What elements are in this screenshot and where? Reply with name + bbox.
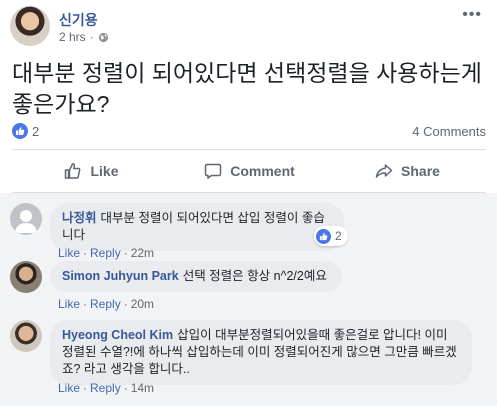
comment-item: 나정휘 대부분 정렬이 되어있다면 삽입 정렬이 좋습니다 2 Like · Repl… xyxy=(10,203,490,263)
post-text-line: 대부분 정렬이 되어있다면 선택정렬을 사용하는게 xyxy=(12,60,482,86)
like-reaction-icon xyxy=(316,228,331,244)
comment-bubble: 나정휘 대부분 정렬이 되어있다면 삽입 정렬이 좋습니다 xyxy=(50,203,344,251)
post-text-line: 좋은가요? xyxy=(12,91,110,117)
share-arrow-icon xyxy=(375,164,393,178)
post-actions: Like Comment Share xyxy=(12,150,486,192)
comment-time[interactable]: 20m xyxy=(131,297,154,311)
comment-reply-link[interactable]: Reply xyxy=(90,381,121,395)
comment-reaction-count: 2 xyxy=(335,229,342,243)
dot-separator: · xyxy=(123,246,128,260)
comments-count[interactable]: 4 Comments xyxy=(412,124,486,139)
dot-separator: · xyxy=(83,246,88,260)
comment-like-link[interactable]: Like xyxy=(58,297,80,311)
comment-text: 삽입이 대부분정렬되어있을때 좋은걸로 압니다! 이미 xyxy=(177,328,448,342)
comment-reaction-summary[interactable]: 2 xyxy=(314,226,348,246)
like-count[interactable]: 2 xyxy=(32,124,39,139)
thumbs-up-icon xyxy=(65,163,81,179)
comment-item: Simon Juhyun Park 선택 정렬은 항상 n^2/2예요 Like ·… xyxy=(10,261,490,317)
author-name[interactable]: 신기용 xyxy=(59,10,98,30)
post-meta: 2 hrs · xyxy=(59,30,109,44)
commenter-name[interactable]: Simon Juhyun Park xyxy=(62,269,179,283)
commenter-avatar[interactable] xyxy=(10,320,42,352)
comment-meta: Like · Reply · 20m xyxy=(58,297,154,311)
post-header: 신기용 2 hrs · ••• xyxy=(10,6,490,46)
default-person-icon xyxy=(15,210,37,233)
dot-separator: · xyxy=(83,297,88,311)
like-button-label: Like xyxy=(90,163,119,179)
comment-item: Hyeong Cheol Kim 삽입이 대부분정렬되어있을때 좋은걸로 압니다!… xyxy=(10,320,490,404)
comment-time[interactable]: 14m xyxy=(131,381,154,395)
comment-icon xyxy=(204,163,222,179)
comment-like-link[interactable]: Like xyxy=(58,246,80,260)
comments-section: 나정휘 대부분 정렬이 되어있다면 삽입 정렬이 좋습니다 2 Like · Repl… xyxy=(0,193,497,406)
globe-icon xyxy=(98,32,108,42)
comment-bubble: Simon Juhyun Park 선택 정렬은 항상 n^2/2예요 xyxy=(50,261,342,292)
comment-like-link[interactable]: Like xyxy=(58,381,80,395)
commenter-name[interactable]: Hyeong Cheol Kim xyxy=(62,328,173,342)
comment-text: 대부분 정렬이 되어있다면 삽입 정렬이 좋습니다 xyxy=(62,211,325,242)
commenter-avatar[interactable] xyxy=(10,203,42,235)
comment-text-line: 정렬된 수열?!에 하나씩 삽입하는데 이미 정렬되어진게 많으면 그만큼 빠르… xyxy=(62,345,457,359)
comment-button-label: Comment xyxy=(230,163,295,179)
author-avatar[interactable] xyxy=(10,6,50,46)
comment-time[interactable]: 22m xyxy=(131,246,154,260)
like-reaction-icon[interactable] xyxy=(12,123,28,139)
more-options-icon[interactable]: ••• xyxy=(462,7,482,23)
dot-separator: · xyxy=(89,30,94,44)
comment-reply-link[interactable]: Reply xyxy=(90,246,121,260)
comment-text-line: 죠? 라고 생각을 합니다.. xyxy=(62,362,190,376)
comment-text: 선택 정렬은 항상 n^2/2예요 xyxy=(182,269,327,283)
dot-separator: · xyxy=(123,381,128,395)
comment-meta: Like · Reply · 22m xyxy=(58,246,154,260)
share-button-label: Share xyxy=(401,163,440,179)
comment-reply-link[interactable]: Reply xyxy=(90,297,121,311)
post-time[interactable]: 2 hrs xyxy=(59,30,86,44)
like-button[interactable]: Like xyxy=(12,150,170,192)
dot-separator: · xyxy=(123,297,128,311)
dot-separator: · xyxy=(83,381,88,395)
commenter-avatar[interactable] xyxy=(10,261,42,293)
post-text: 대부분 정렬이 되어있다면 선택정렬을 사용하는게 좋은가요? xyxy=(12,58,482,120)
comment-text-line: Hyeong Cheol Kim 삽입이 대부분정렬되어있을때 좋은걸로 압니다!… xyxy=(62,327,460,344)
comment-bubble: Hyeong Cheol Kim 삽입이 대부분정렬되어있을때 좋은걸로 압니다!… xyxy=(50,320,472,385)
commenter-name[interactable]: 나정휘 xyxy=(62,211,97,225)
share-button[interactable]: Share xyxy=(328,150,486,192)
comment-meta: Like · Reply · 14m xyxy=(58,381,154,395)
comment-button[interactable]: Comment xyxy=(170,150,328,192)
reactions-summary: 2 4 Comments xyxy=(12,121,486,141)
